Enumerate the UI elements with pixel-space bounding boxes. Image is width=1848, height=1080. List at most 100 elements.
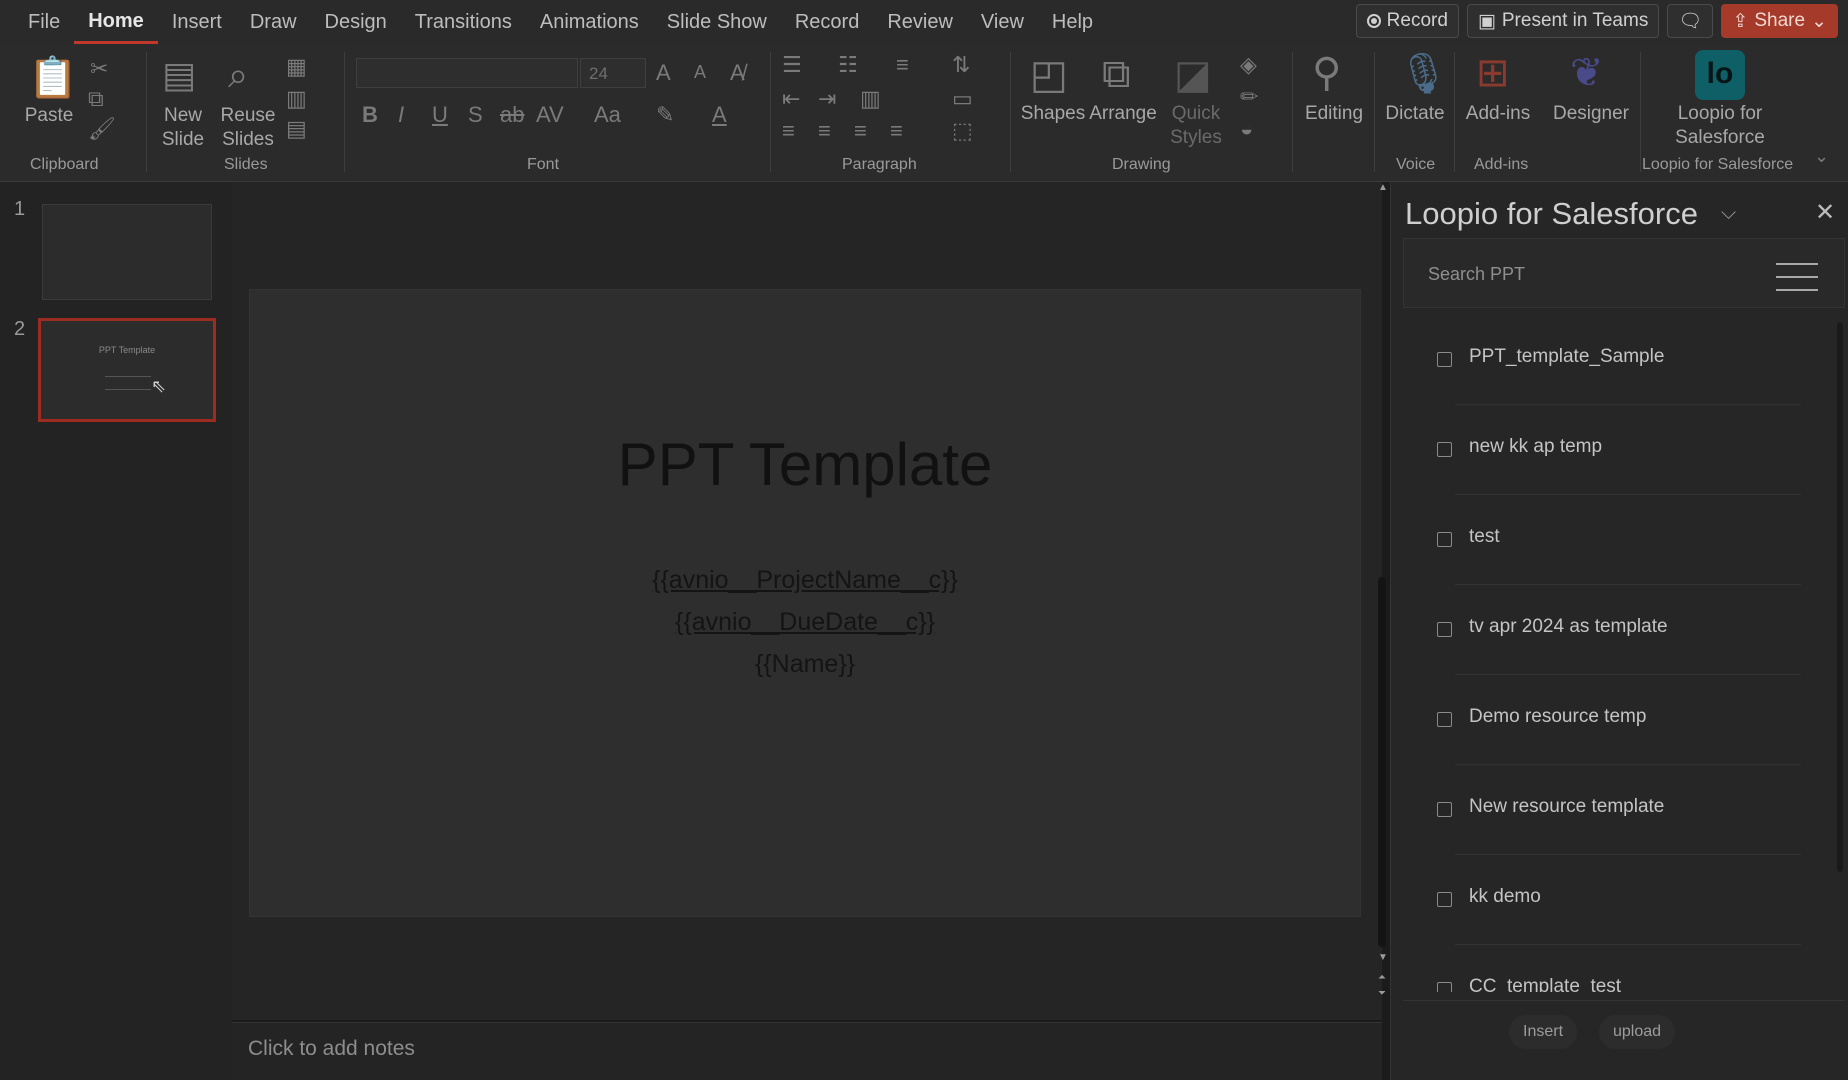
- paste-button[interactable]: Paste: [22, 104, 76, 128]
- task-pane-scrollbar[interactable]: [1837, 322, 1843, 872]
- slide-placeholder-duedate[interactable]: {{avnio__DueDate__c}}: [250, 608, 1360, 637]
- checkbox[interactable]: [1437, 352, 1452, 367]
- align-right-icon[interactable]: ≡: [854, 118, 867, 144]
- slide-placeholder-name[interactable]: {{Name}}: [250, 650, 1360, 679]
- list-item[interactable]: kk demo: [1403, 872, 1807, 962]
- upload-button[interactable]: upload: [1599, 1015, 1676, 1049]
- menu-home[interactable]: Home: [74, 0, 158, 44]
- shape-effects-icon[interactable]: ◒: [1240, 116, 1253, 142]
- list-item[interactable]: PPT_template_Sample: [1403, 332, 1807, 422]
- justify-icon[interactable]: ≡: [890, 118, 903, 144]
- line-spacing-icon[interactable]: ≡: [896, 52, 909, 78]
- designer-button[interactable]: Designer: [1548, 102, 1634, 126]
- chevron-down-icon[interactable]: ⌵: [1721, 202, 1736, 225]
- new-slide-button[interactable]: New Slide: [152, 104, 214, 152]
- slide-thumbnail-2[interactable]: PPT Template ⇖: [38, 318, 216, 422]
- shape-fill-icon[interactable]: ◈: [1240, 52, 1257, 78]
- italic-icon[interactable]: I: [398, 102, 404, 128]
- decrease-font-icon[interactable]: A: [694, 62, 706, 83]
- text-direction-icon[interactable]: ⇅: [952, 52, 970, 78]
- font-family-input[interactable]: [356, 58, 578, 88]
- menu-view[interactable]: View: [967, 0, 1038, 44]
- slide-thumbnail-1[interactable]: [42, 204, 212, 300]
- change-case-icon[interactable]: Aa: [594, 102, 621, 128]
- menu-insert[interactable]: Insert: [158, 0, 236, 44]
- reset-icon[interactable]: ▥: [286, 86, 307, 112]
- menu-design[interactable]: Design: [311, 0, 401, 44]
- record-button[interactable]: Record: [1355, 4, 1459, 38]
- checkbox[interactable]: [1437, 532, 1452, 547]
- checkbox[interactable]: [1437, 622, 1452, 637]
- menu-animations[interactable]: Animations: [526, 0, 653, 44]
- slide-placeholder-project[interactable]: {{avnio__ProjectName__c}}: [250, 566, 1360, 595]
- menu-transitions[interactable]: Transitions: [401, 0, 526, 44]
- format-painter-icon[interactable]: 🖌: [88, 116, 116, 142]
- scroll-down-icon[interactable]: ▼: [1378, 952, 1388, 963]
- shapes-button[interactable]: Shapes: [1018, 102, 1088, 126]
- menu-help[interactable]: Help: [1038, 0, 1107, 44]
- list-item[interactable]: test: [1403, 512, 1807, 602]
- prev-slide-icon[interactable]: ⏶: [1378, 972, 1386, 983]
- chevron-down-icon[interactable]: ⌄: [1814, 146, 1829, 167]
- present-in-teams-button[interactable]: ▣ Present in Teams: [1466, 4, 1660, 38]
- layout-icon[interactable]: ▦: [286, 54, 307, 80]
- list-item[interactable]: New resource template: [1403, 782, 1807, 872]
- align-center-icon[interactable]: ≡: [818, 118, 831, 144]
- font-color-icon[interactable]: A: [712, 102, 727, 128]
- share-button[interactable]: ⇪ Share ⌄: [1721, 4, 1838, 38]
- align-text-icon[interactable]: ▭: [952, 86, 973, 112]
- editing-button[interactable]: Editing: [1302, 102, 1366, 126]
- quick-styles-button[interactable]: Quick Styles: [1160, 102, 1232, 150]
- search-input[interactable]: [1428, 259, 1748, 289]
- numbering-icon[interactable]: ☷: [838, 52, 858, 78]
- cut-icon[interactable]: ✂: [90, 56, 108, 82]
- scroll-up-icon[interactable]: ▲: [1378, 182, 1388, 193]
- copy-icon[interactable]: ⧉: [88, 86, 104, 112]
- smartart-icon[interactable]: ⬚: [952, 118, 973, 144]
- list-item[interactable]: new kk ap temp: [1403, 422, 1807, 512]
- dictate-button[interactable]: Dictate: [1384, 102, 1446, 126]
- next-slide-icon[interactable]: ⏷: [1378, 988, 1386, 999]
- editor-scrollbar[interactable]: ▲ ▼ ⏶ ⏷: [1378, 182, 1388, 1020]
- menu-record[interactable]: Record: [781, 0, 873, 44]
- increase-indent-icon[interactable]: ⇥: [818, 86, 836, 112]
- decrease-indent-icon[interactable]: ⇤: [782, 86, 800, 112]
- increase-font-icon[interactable]: A: [656, 60, 671, 86]
- reuse-slides-button[interactable]: Reuse Slides: [220, 104, 276, 152]
- strikethrough-icon[interactable]: ab: [500, 102, 524, 128]
- section-icon[interactable]: ▤: [286, 116, 307, 142]
- columns-icon[interactable]: ▥: [860, 86, 881, 112]
- insert-button[interactable]: Insert: [1509, 1015, 1578, 1049]
- list-item[interactable]: CC_template_test: [1403, 962, 1807, 992]
- font-size-input[interactable]: 24: [580, 58, 646, 88]
- checkbox[interactable]: [1437, 982, 1452, 992]
- underline-icon[interactable]: U: [432, 102, 448, 128]
- menu-slide-show[interactable]: Slide Show: [653, 0, 781, 44]
- shadow-icon[interactable]: S: [468, 102, 483, 128]
- checkbox[interactable]: [1437, 802, 1452, 817]
- bold-icon[interactable]: B: [362, 102, 378, 128]
- checkbox[interactable]: [1437, 442, 1452, 457]
- list-item[interactable]: tv apr 2024 as template: [1403, 602, 1807, 692]
- highlight-icon[interactable]: ✎: [656, 102, 674, 128]
- menu-icon[interactable]: [1776, 263, 1818, 291]
- arrange-button[interactable]: Arrange: [1088, 102, 1158, 126]
- comments-button[interactable]: 🗨: [1667, 4, 1714, 38]
- clear-format-icon[interactable]: A̸: [730, 60, 745, 86]
- checkbox[interactable]: [1437, 712, 1452, 727]
- menu-file[interactable]: File: [0, 0, 74, 44]
- menu-draw[interactable]: Draw: [236, 0, 311, 44]
- bullets-icon[interactable]: ☰: [782, 52, 802, 78]
- menu-review[interactable]: Review: [873, 0, 967, 44]
- checkbox[interactable]: [1437, 892, 1452, 907]
- scrollbar-thumb[interactable]: [1378, 577, 1386, 947]
- slide-title[interactable]: PPT Template: [250, 430, 1360, 499]
- notes-pane[interactable]: Click to add notes: [232, 1022, 1382, 1080]
- close-icon[interactable]: ✕: [1815, 198, 1835, 227]
- loopio-button[interactable]: Loopio for Salesforce: [1650, 102, 1790, 150]
- slide-canvas[interactable]: PPT Template {{avnio__ProjectName__c}} {…: [250, 290, 1360, 916]
- shape-outline-icon[interactable]: ✏: [1240, 84, 1258, 110]
- align-left-icon[interactable]: ≡: [782, 118, 795, 144]
- addins-button[interactable]: Add-ins: [1462, 102, 1534, 126]
- char-spacing-icon[interactable]: AV: [536, 102, 564, 128]
